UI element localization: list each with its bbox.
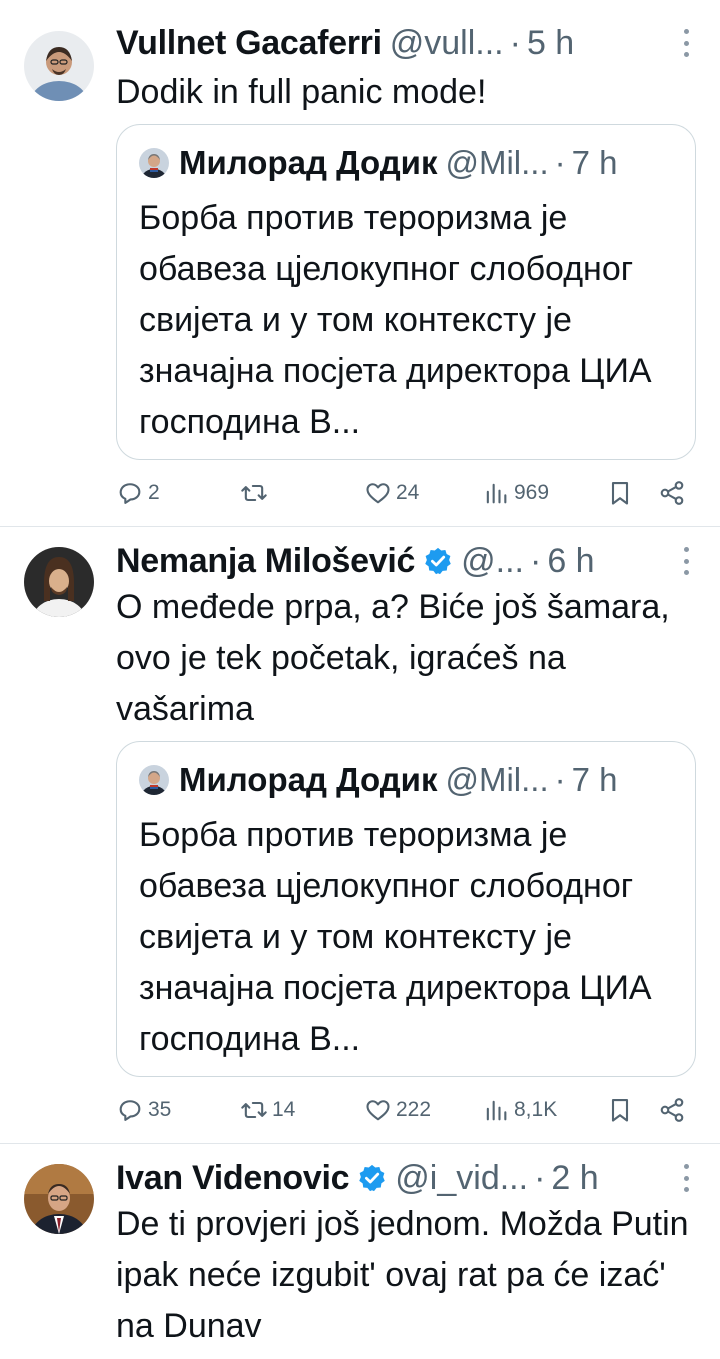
like-button[interactable]: 24: [364, 473, 419, 513]
reply-count: 2: [148, 481, 160, 504]
retweet-count: 14: [272, 1098, 296, 1121]
separator-dot: ·: [530, 541, 542, 580]
author-handle[interactable]: @...: [461, 542, 524, 581]
more-options-icon[interactable]: [682, 1164, 690, 1192]
reply-button[interactable]: 2: [116, 473, 160, 513]
separator-dot: ·: [554, 761, 566, 798]
tweet[interactable]: Ivan Videnovic @i_vid... · 2 h De ti pro…: [0, 1144, 720, 1359]
separator-dot: ·: [554, 144, 566, 181]
reply-count: 35: [148, 1098, 172, 1121]
author-name[interactable]: Vullnet Gacaferri: [116, 24, 382, 63]
quoted-avatar: [139, 148, 169, 178]
reply-icon: [119, 483, 141, 504]
like-button[interactable]: 222: [364, 1090, 431, 1130]
share-icon: [660, 1098, 684, 1122]
bookmark-icon: [611, 482, 629, 505]
retweet-button[interactable]: 14: [240, 1090, 295, 1130]
quoted-tweet-text: Борба против тероризма је обавеза цјелок…: [139, 816, 652, 1058]
quoted-timestamp: 7 h: [571, 761, 618, 798]
quoted-tweet[interactable]: Милорад Додик @Mil... · 7 h Борба против…: [116, 741, 696, 1077]
quoted-author-name: Милорад Додик: [179, 761, 438, 798]
tweet[interactable]: Nemanja Milošević @... · 6 h O međede pr…: [0, 527, 720, 1144]
quoted-author-handle: @Mil...: [445, 761, 549, 798]
reply-button[interactable]: 35: [116, 1090, 171, 1130]
more-options-icon[interactable]: [682, 29, 690, 57]
share-icon: [660, 481, 684, 505]
views-button[interactable]: 8,1K: [482, 1090, 557, 1130]
author-handle[interactable]: @i_vid...: [395, 1159, 528, 1198]
timestamp[interactable]: 2 h: [551, 1159, 598, 1198]
author-name[interactable]: Ivan Videnovic: [116, 1159, 350, 1198]
timestamp[interactable]: 6 h: [547, 542, 594, 581]
reply-icon: [119, 1100, 141, 1121]
tweet[interactable]: Vullnet Gacaferri @vull... · 5 h Dodik i…: [0, 0, 720, 527]
views-icon: [486, 483, 507, 504]
like-count: 24: [396, 481, 420, 504]
like-count: 222: [396, 1098, 432, 1121]
separator-dot: ·: [534, 1158, 546, 1197]
quoted-avatar: [139, 765, 169, 795]
avatar[interactable]: [24, 1164, 94, 1234]
retweet-icon: [241, 484, 267, 502]
timestamp[interactable]: 5 h: [527, 24, 574, 63]
separator-dot: ·: [509, 23, 521, 62]
quoted-tweet[interactable]: Милорад Додик @Mil... · 7 h Борба против…: [116, 124, 696, 460]
share-button[interactable]: [658, 1090, 686, 1130]
tweet-text: Dodik in full panic mode!: [116, 73, 487, 111]
retweet-icon: [241, 1101, 267, 1119]
views-icon: [486, 1100, 507, 1121]
verified-badge-icon: [359, 1164, 386, 1192]
retweet-button[interactable]: [240, 473, 272, 513]
avatar[interactable]: [24, 31, 94, 101]
view-count: 8,1K: [514, 1098, 558, 1121]
quoted-author-name: Милорад Додик: [179, 144, 438, 181]
avatar[interactable]: [24, 547, 94, 617]
view-count: 969: [514, 481, 550, 504]
author-handle[interactable]: @vull...: [390, 24, 504, 63]
heart-icon: [366, 483, 390, 504]
tweet-text: O međede prpa, a? Biće još šamara, ovo j…: [116, 588, 670, 728]
views-button[interactable]: 969: [482, 473, 549, 513]
tweet-actions: 2 24 969: [116, 473, 690, 513]
quoted-author-handle: @Mil...: [445, 144, 549, 181]
bookmark-button[interactable]: [606, 473, 634, 513]
bookmark-button[interactable]: [606, 1090, 634, 1130]
quoted-tweet-text: Борба против тероризма је обавеза цјелок…: [139, 199, 652, 441]
more-options-icon[interactable]: [682, 547, 690, 575]
heart-icon: [366, 1100, 390, 1121]
tweet-text: De ti provjeri još jednom. Možda Putin i…: [116, 1205, 689, 1345]
share-button[interactable]: [658, 473, 686, 513]
bookmark-icon: [611, 1099, 629, 1122]
author-name[interactable]: Nemanja Milošević: [116, 542, 415, 581]
quoted-timestamp: 7 h: [571, 144, 618, 181]
verified-badge-icon: [425, 547, 451, 575]
tweet-actions: 35 14 222 8,1K: [116, 1090, 690, 1130]
